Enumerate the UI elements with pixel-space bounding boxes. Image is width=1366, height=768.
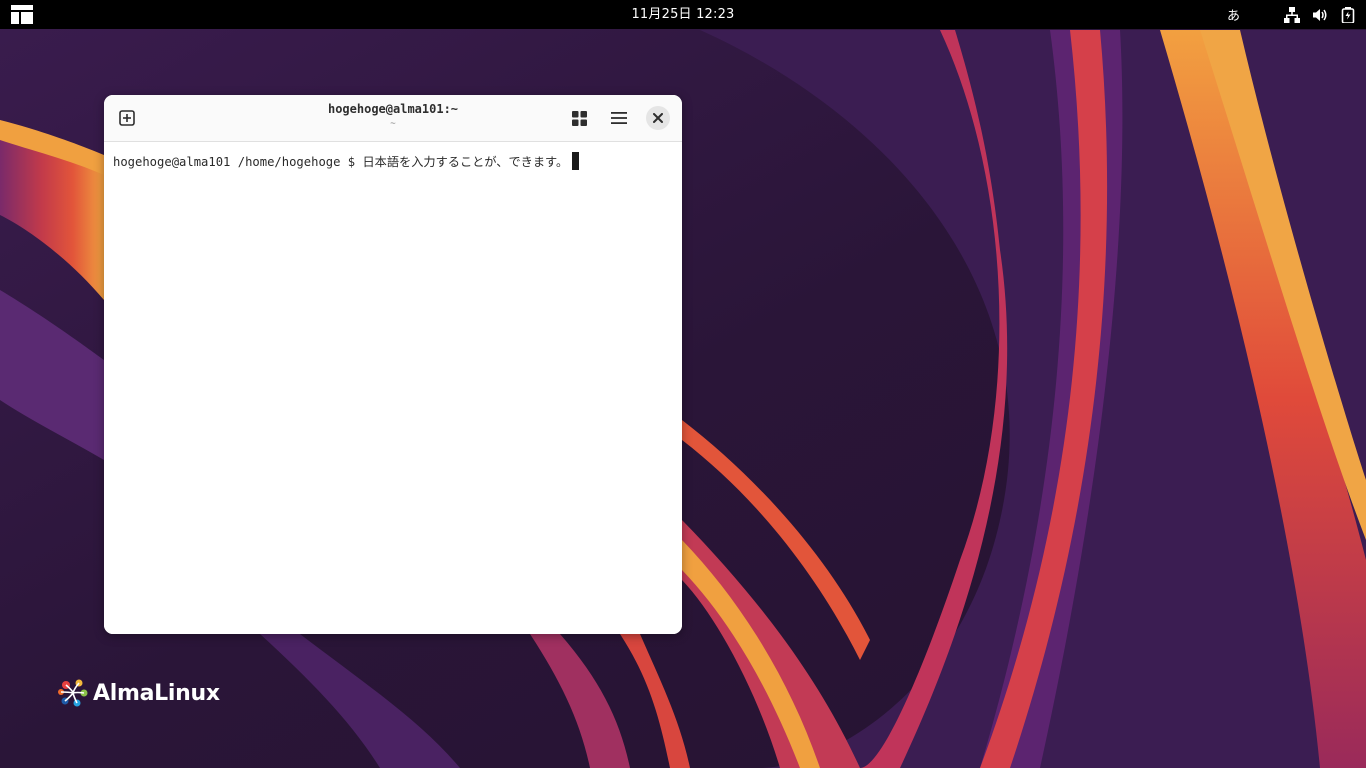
system-tray: あ (1227, 0, 1356, 29)
terminal-headerbar[interactable]: hogehoge@alma101:~ ~ (104, 95, 682, 142)
top-bar: 11月25日 12:23 あ (0, 0, 1366, 29)
main-menu-button[interactable] (605, 104, 633, 132)
tab-overview-icon (571, 110, 587, 126)
window-subtitle: ~ (390, 119, 396, 129)
shell-prompt: hogehoge@alma101 /home/hogehoge $ (113, 155, 363, 169)
clock: 11月25日 12:23 (0, 0, 1366, 29)
window-title: hogehoge@alma101:~ (327, 102, 459, 116)
clock-label[interactable]: 11月25日 12:23 (631, 7, 734, 22)
almalinux-logo: AlmaLinux (57, 677, 220, 709)
almalinux-logo-icon (58, 679, 88, 707)
input-method-indicator[interactable]: あ (1227, 5, 1240, 24)
volume-icon[interactable] (1312, 7, 1328, 23)
close-icon (653, 113, 663, 123)
tab-overview-button[interactable] (565, 104, 593, 132)
terminal-content[interactable]: hogehoge@alma101 /home/hogehoge $ 日本語を入力… (104, 142, 682, 634)
network-icon[interactable] (1284, 6, 1300, 23)
command-line: hogehoge@alma101 /home/hogehoge $ 日本語を入力… (113, 152, 580, 170)
close-button[interactable] (646, 106, 670, 130)
battery-icon[interactable] (1340, 6, 1356, 23)
hamburger-menu-icon (611, 112, 627, 124)
terminal-window[interactable]: hogehoge@alma101:~ ~ hogehoge@alma101 /h… (104, 95, 682, 634)
text-cursor (572, 152, 580, 170)
new-tab-button[interactable] (113, 104, 141, 132)
new-tab-icon (119, 110, 135, 126)
command-input-text: 日本語を入力することが、できます。 (362, 155, 569, 169)
logo-text: AlmaLinux (93, 680, 220, 706)
